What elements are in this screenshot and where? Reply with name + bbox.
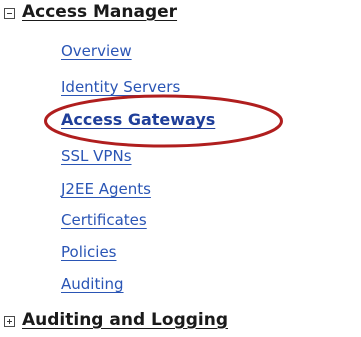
section-access-manager[interactable]: Access Manager [22, 2, 177, 22]
section-auditing-and-logging[interactable]: Auditing and Logging [22, 310, 228, 330]
nav-item-overview[interactable]: Overview [61, 42, 132, 60]
nav-item-ssl-vpns[interactable]: SSL VPNs [61, 147, 132, 165]
nav-item-access-gateways[interactable]: Access Gateways [61, 110, 215, 129]
nav-item-j2ee-agents[interactable]: J2EE Agents [61, 180, 151, 198]
nav-item-identity-servers[interactable]: Identity Servers [61, 78, 180, 96]
nav-item-auditing[interactable]: Auditing [61, 275, 124, 293]
nav-item-policies[interactable]: Policies [61, 243, 116, 261]
collapse-icon[interactable] [4, 8, 15, 19]
expand-icon[interactable] [4, 316, 15, 327]
nav-item-certificates[interactable]: Certificates [61, 211, 147, 229]
